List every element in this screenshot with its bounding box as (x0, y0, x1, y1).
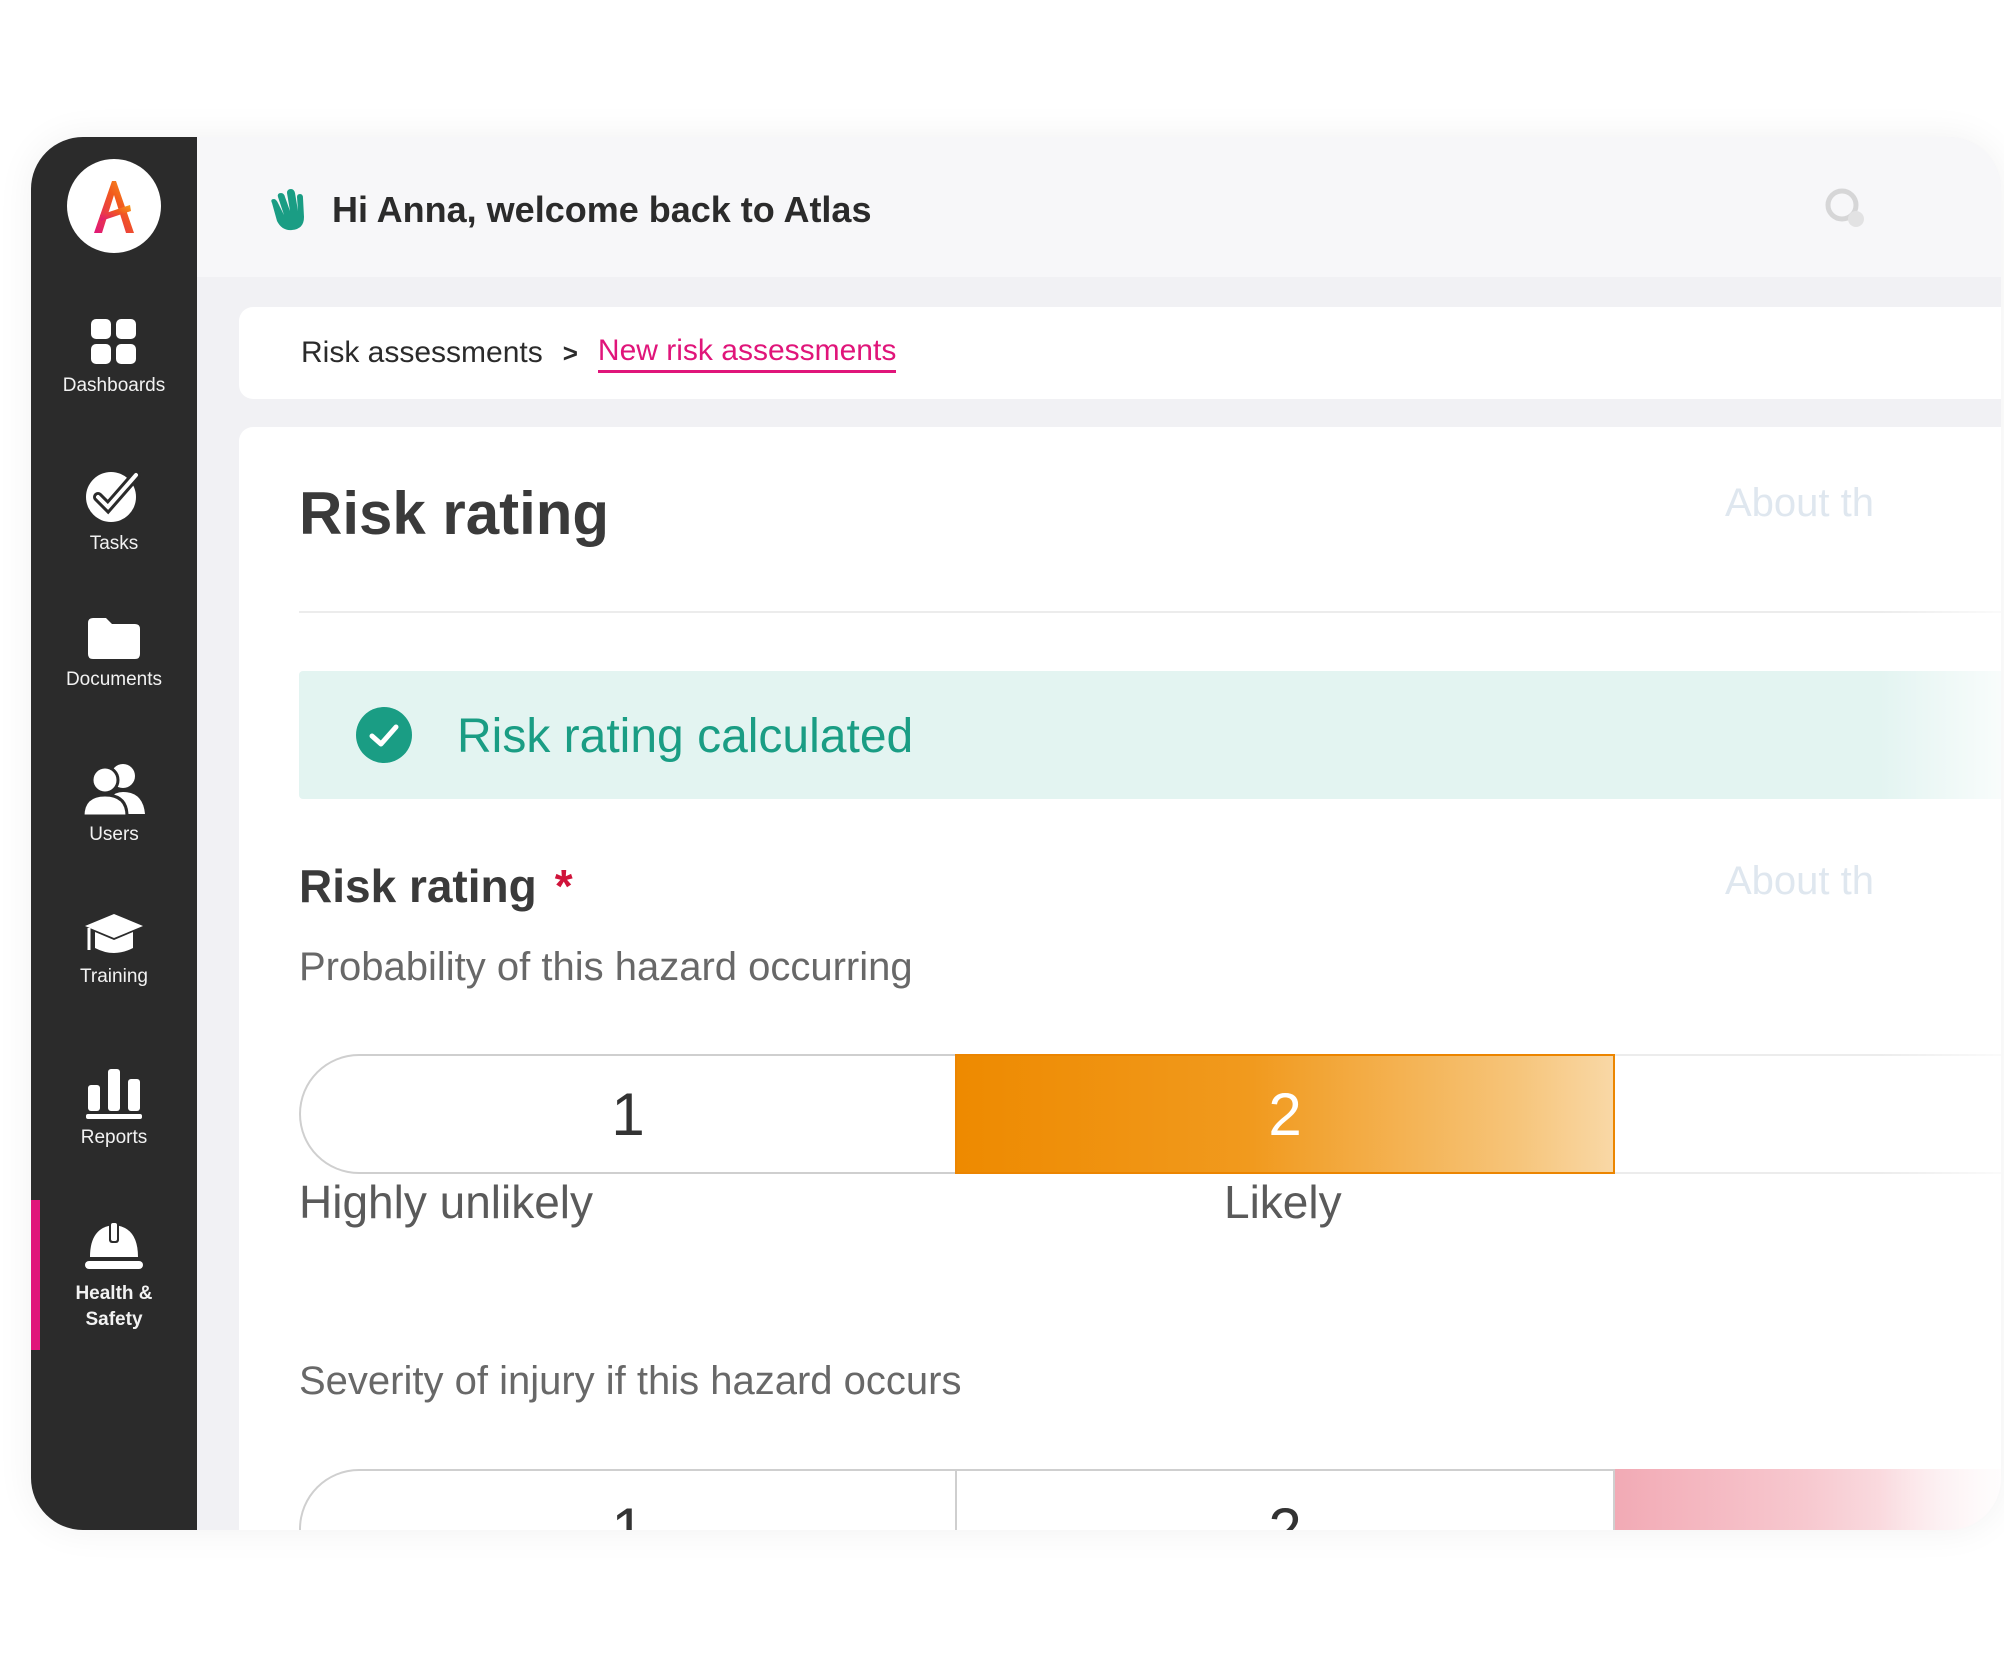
tasks-check-icon (86, 470, 141, 522)
breadcrumb-root-link[interactable]: Risk assessments (301, 336, 543, 370)
required-marker: * (554, 860, 573, 912)
breadcrumb-separator: > (562, 337, 578, 368)
page-title: Risk rating (299, 480, 610, 547)
probability-label-highly-unlikely: Highly unlikely (299, 1176, 594, 1228)
sidebar-item-dashboards[interactable]: Dashboards (31, 317, 197, 397)
about-link-rating[interactable]: About th (1725, 859, 1874, 904)
title-divider (299, 611, 2001, 613)
sidebar-item-tasks[interactable]: Tasks (31, 467, 197, 555)
sidebar-item-label: Documents (65, 669, 163, 690)
folder-icon (88, 618, 140, 659)
sidebar-item-users[interactable]: Users (31, 762, 197, 846)
bar-chart-icon (86, 1069, 142, 1119)
graduation-cap-icon (85, 914, 143, 953)
sidebar-item-label: Health & Safety (75, 1283, 153, 1330)
severity-option-2[interactable]: 2 (955, 1469, 1615, 1530)
severity-option-3[interactable] (1615, 1469, 2001, 1530)
users-icon (81, 764, 145, 816)
probability-label-likely: Likely (1224, 1176, 1342, 1228)
probability-question: Probability of this hazard occurring (299, 945, 913, 989)
sidebar-item-label: Dashboards (62, 375, 166, 396)
sidebar-item-label: Tasks (89, 533, 139, 554)
welcome-greeting: Hi Anna, welcome back to Atlas (332, 189, 872, 230)
check-circle-icon (356, 707, 412, 763)
app-window: Dashboards Tasks Documents Users Trainin… (31, 137, 2001, 1530)
hard-hat-icon (85, 1221, 143, 1269)
sidebar-item-label: Users (89, 824, 139, 845)
breadcrumb-current-link[interactable]: New risk assessments (597, 334, 897, 373)
severity-option-1[interactable]: 1 (299, 1469, 955, 1530)
success-banner: Risk rating calculated (299, 671, 2001, 799)
settings-gear-icon[interactable] (1824, 187, 1868, 231)
probability-option-3[interactable] (1615, 1054, 2001, 1174)
atlas-logo-icon (94, 181, 134, 233)
dashboard-icon (91, 319, 136, 364)
sidebar-item-training[interactable]: Training (31, 912, 197, 988)
main-card: Risk rating About th Risk rating calcula… (239, 427, 2001, 1530)
sidebar-item-documents[interactable]: Documents (31, 615, 197, 691)
breadcrumb: Risk assessments > New risk assessments (239, 307, 2001, 399)
sidebar: Dashboards Tasks Documents Users Trainin… (31, 137, 197, 1530)
sidebar-item-label: Reports (80, 1127, 148, 1148)
severity-question: Severity of injury if this hazard occurs (299, 1359, 962, 1403)
risk-rating-heading: Risk rating * (299, 860, 573, 912)
sidebar-item-health-safety[interactable]: Health & Safety (31, 1217, 197, 1333)
atlas-logo[interactable] (67, 159, 161, 253)
waving-hand-icon (271, 189, 304, 231)
probability-scale: 1 2 (299, 1054, 2001, 1174)
about-link[interactable]: About th (1725, 481, 1874, 526)
probability-option-1[interactable]: 1 (299, 1054, 955, 1174)
sidebar-item-reports[interactable]: Reports (31, 1065, 197, 1149)
right-edge-fade (1879, 427, 2001, 1530)
banner-message: Risk rating calculated (457, 710, 914, 763)
sidebar-item-label: Training (80, 966, 148, 987)
probability-option-2[interactable]: 2 (955, 1054, 1615, 1174)
severity-scale: 1 2 (299, 1469, 2001, 1530)
top-header: Hi Anna, welcome back to Atlas (197, 137, 2001, 277)
